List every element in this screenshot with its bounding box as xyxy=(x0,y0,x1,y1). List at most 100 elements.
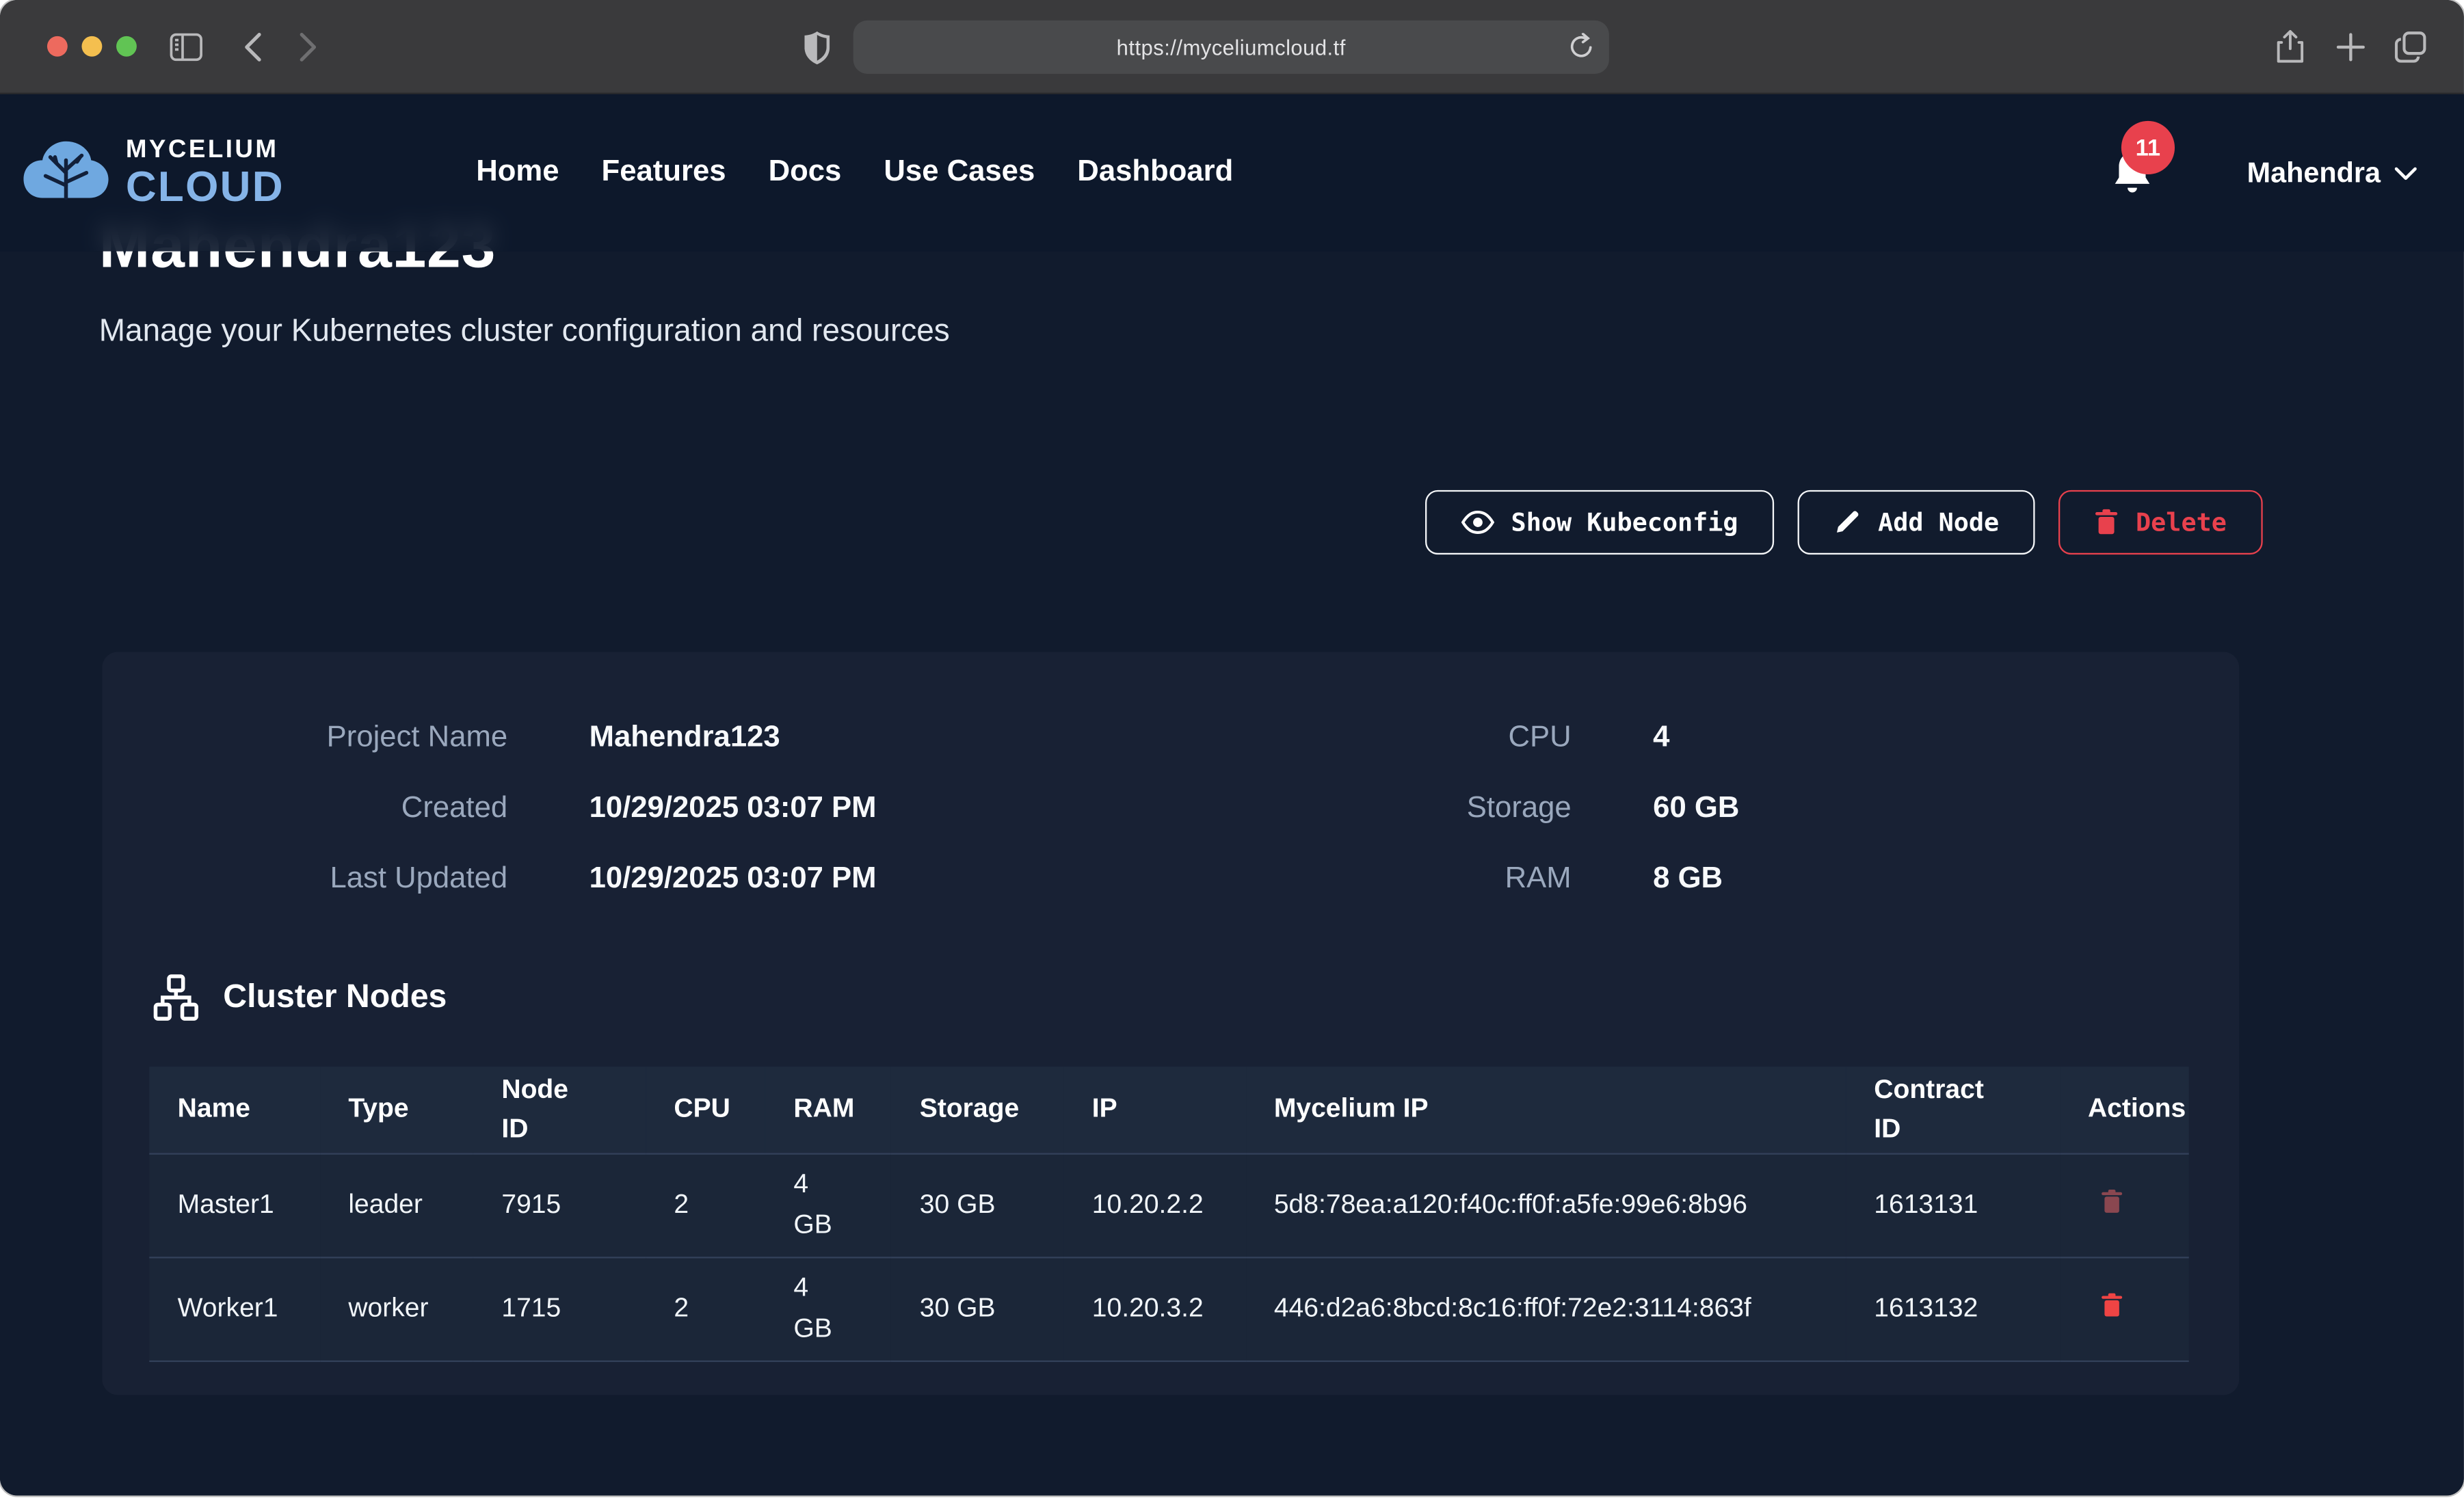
cell-actions xyxy=(2060,1153,2189,1257)
cell-ram: 4 GB xyxy=(765,1257,891,1361)
col-cpu: CPU xyxy=(646,1067,765,1153)
show-kubeconfig-button[interactable]: Show Kubeconfig xyxy=(1425,490,1774,554)
col-storage: Storage xyxy=(891,1067,1063,1153)
cell-contract-id: 1613131 xyxy=(1846,1153,2060,1257)
project-name-label: Project Name xyxy=(102,720,507,755)
last-updated-value: 10/29/2025 03:07 PM xyxy=(589,861,877,896)
cell-ip: 10.20.2.2 xyxy=(1063,1153,1245,1257)
page-subtitle: Manage your Kubernetes cluster configura… xyxy=(99,314,950,351)
add-node-label: Add Node xyxy=(1878,507,1999,537)
nav-link-dashboard[interactable]: Dashboard xyxy=(1077,155,1233,190)
cell-name: Worker1 xyxy=(149,1257,320,1361)
table-row: Master1 leader 7915 2 4 GB 30 GB 10.20.2… xyxy=(149,1153,2188,1257)
browser-window: https://myceliumcloud.tf xyxy=(0,0,2464,1495)
project-info-right: CPU 4 Storage 60 GB RAM 8 GB xyxy=(1328,702,1740,914)
cluster-nodes-table: Name Type Node ID CPU RAM Storage IP Myc… xyxy=(149,1067,2188,1361)
cell-mycelium-ip: 5d8:78ea:a120:f40c:ff0f:a5fe:99e6:8b96 xyxy=(1245,1153,1845,1257)
cell-mycelium-ip: 446:d2a6:8bcd:8c16:ff0f:72e2:3114:863f xyxy=(1245,1257,1845,1361)
delete-node-button[interactable] xyxy=(2100,1292,2122,1317)
cpu-value: 4 xyxy=(1653,720,1669,755)
navbar: MYCELIUM CLOUD Home Features Docs Use Ca… xyxy=(0,94,2464,252)
shield-icon[interactable] xyxy=(804,0,830,94)
new-tab-icon[interactable] xyxy=(2337,0,2365,94)
project-name-value: Mahendra123 xyxy=(589,720,780,755)
cell-type: worker xyxy=(320,1257,473,1361)
brand-name-top: MYCELIUM xyxy=(126,137,284,163)
forward-icon[interactable] xyxy=(299,0,318,94)
table-header-row: Name Type Node ID CPU RAM Storage IP Myc… xyxy=(149,1067,2188,1153)
created-label: Created xyxy=(102,791,507,826)
minimize-window-button[interactable] xyxy=(81,36,102,57)
nav-link-home[interactable]: Home xyxy=(476,155,559,190)
trash-icon xyxy=(2100,1188,2122,1214)
brand-logo[interactable]: MYCELIUM CLOUD xyxy=(22,137,284,208)
cell-storage: 30 GB xyxy=(891,1153,1063,1257)
screen: https://myceliumcloud.tf xyxy=(0,0,2464,1500)
cluster-actions: Show Kubeconfig Add Node xyxy=(0,490,2263,554)
delete-label: Delete xyxy=(2136,507,2227,537)
page: Mahendra123 Manage your Kubernetes clust… xyxy=(0,94,2464,1496)
cell-type: leader xyxy=(320,1153,473,1257)
tab-overview-icon[interactable] xyxy=(2395,0,2426,94)
nav-link-features[interactable]: Features xyxy=(602,155,726,190)
nav-link-docs[interactable]: Docs xyxy=(769,155,842,190)
mycelium-cloud-logo-icon xyxy=(22,138,110,207)
cell-cpu: 2 xyxy=(646,1153,765,1257)
add-node-button[interactable]: Add Node xyxy=(1798,490,2035,554)
cell-node-id: 1715 xyxy=(473,1257,646,1361)
col-type: Type xyxy=(320,1067,473,1153)
col-ram: RAM xyxy=(765,1067,891,1153)
col-contract-id: Contract ID xyxy=(1846,1067,2060,1153)
cell-actions xyxy=(2060,1257,2189,1361)
chevron-down-icon xyxy=(2395,165,2417,180)
col-ip: IP xyxy=(1063,1067,1245,1153)
close-window-button[interactable] xyxy=(47,36,68,57)
cpu-label: CPU xyxy=(1328,720,1572,755)
trash-icon xyxy=(2095,509,2118,535)
notification-badge: 11 xyxy=(2121,121,2175,174)
url-text: https://myceliumcloud.tf xyxy=(1117,36,1346,59)
ram-value: 8 GB xyxy=(1653,861,1723,896)
eye-icon xyxy=(1461,511,1494,534)
notifications-button[interactable]: 11 xyxy=(2112,149,2153,196)
last-updated-label: Last Updated xyxy=(102,861,507,896)
cell-name: Master1 xyxy=(149,1153,320,1257)
reload-icon[interactable] xyxy=(1569,33,1593,59)
cluster-nodes-title: Cluster Nodes xyxy=(223,978,447,1016)
cell-ram: 4 GB xyxy=(765,1153,891,1257)
col-actions: Actions xyxy=(2060,1067,2189,1153)
main-nav: Home Features Docs Use Cases Dashboard xyxy=(476,155,1233,190)
share-icon[interactable] xyxy=(2275,0,2305,94)
table-row: Worker1 worker 1715 2 4 GB 30 GB 10.20.3… xyxy=(149,1257,2188,1361)
nav-link-use-cases[interactable]: Use Cases xyxy=(884,155,1035,190)
back-icon[interactable] xyxy=(243,0,263,94)
trash-icon xyxy=(2100,1292,2122,1317)
user-name: Mahendra xyxy=(2247,157,2381,189)
col-name: Name xyxy=(149,1067,320,1153)
cell-ip: 10.20.3.2 xyxy=(1063,1257,1245,1361)
cell-contract-id: 1613132 xyxy=(1846,1257,2060,1361)
zoom-window-button[interactable] xyxy=(116,36,137,57)
col-mycelium-ip: Mycelium IP xyxy=(1245,1067,1845,1153)
cell-storage: 30 GB xyxy=(891,1257,1063,1361)
col-node-id: Node ID xyxy=(473,1067,646,1153)
created-value: 10/29/2025 03:07 PM xyxy=(589,791,877,826)
sidebar-toggle-icon[interactable] xyxy=(170,0,202,94)
user-menu[interactable]: Mahendra xyxy=(2247,157,2417,189)
storage-label: Storage xyxy=(1328,791,1572,826)
cluster-icon xyxy=(153,974,200,1021)
brand-name-bottom: CLOUD xyxy=(126,165,284,208)
project-info-left: Project Name Mahendra123 Created 10/29/2… xyxy=(102,702,876,914)
address-bar[interactable]: https://myceliumcloud.tf xyxy=(853,21,1609,74)
ram-label: RAM xyxy=(1328,861,1572,896)
show-kubeconfig-label: Show Kubeconfig xyxy=(1511,507,1738,537)
project-details-card: Project Name Mahendra123 Created 10/29/2… xyxy=(102,652,2239,1395)
cluster-nodes-header: Cluster Nodes xyxy=(153,974,447,1021)
browser-toolbar: https://myceliumcloud.tf xyxy=(0,0,2464,94)
cell-node-id: 7915 xyxy=(473,1153,646,1257)
storage-value: 60 GB xyxy=(1653,791,1739,826)
delete-node-button[interactable] xyxy=(2100,1188,2122,1214)
cell-cpu: 2 xyxy=(646,1257,765,1361)
delete-cluster-button[interactable]: Delete xyxy=(2058,490,2262,554)
pencil-icon xyxy=(1834,509,1861,535)
